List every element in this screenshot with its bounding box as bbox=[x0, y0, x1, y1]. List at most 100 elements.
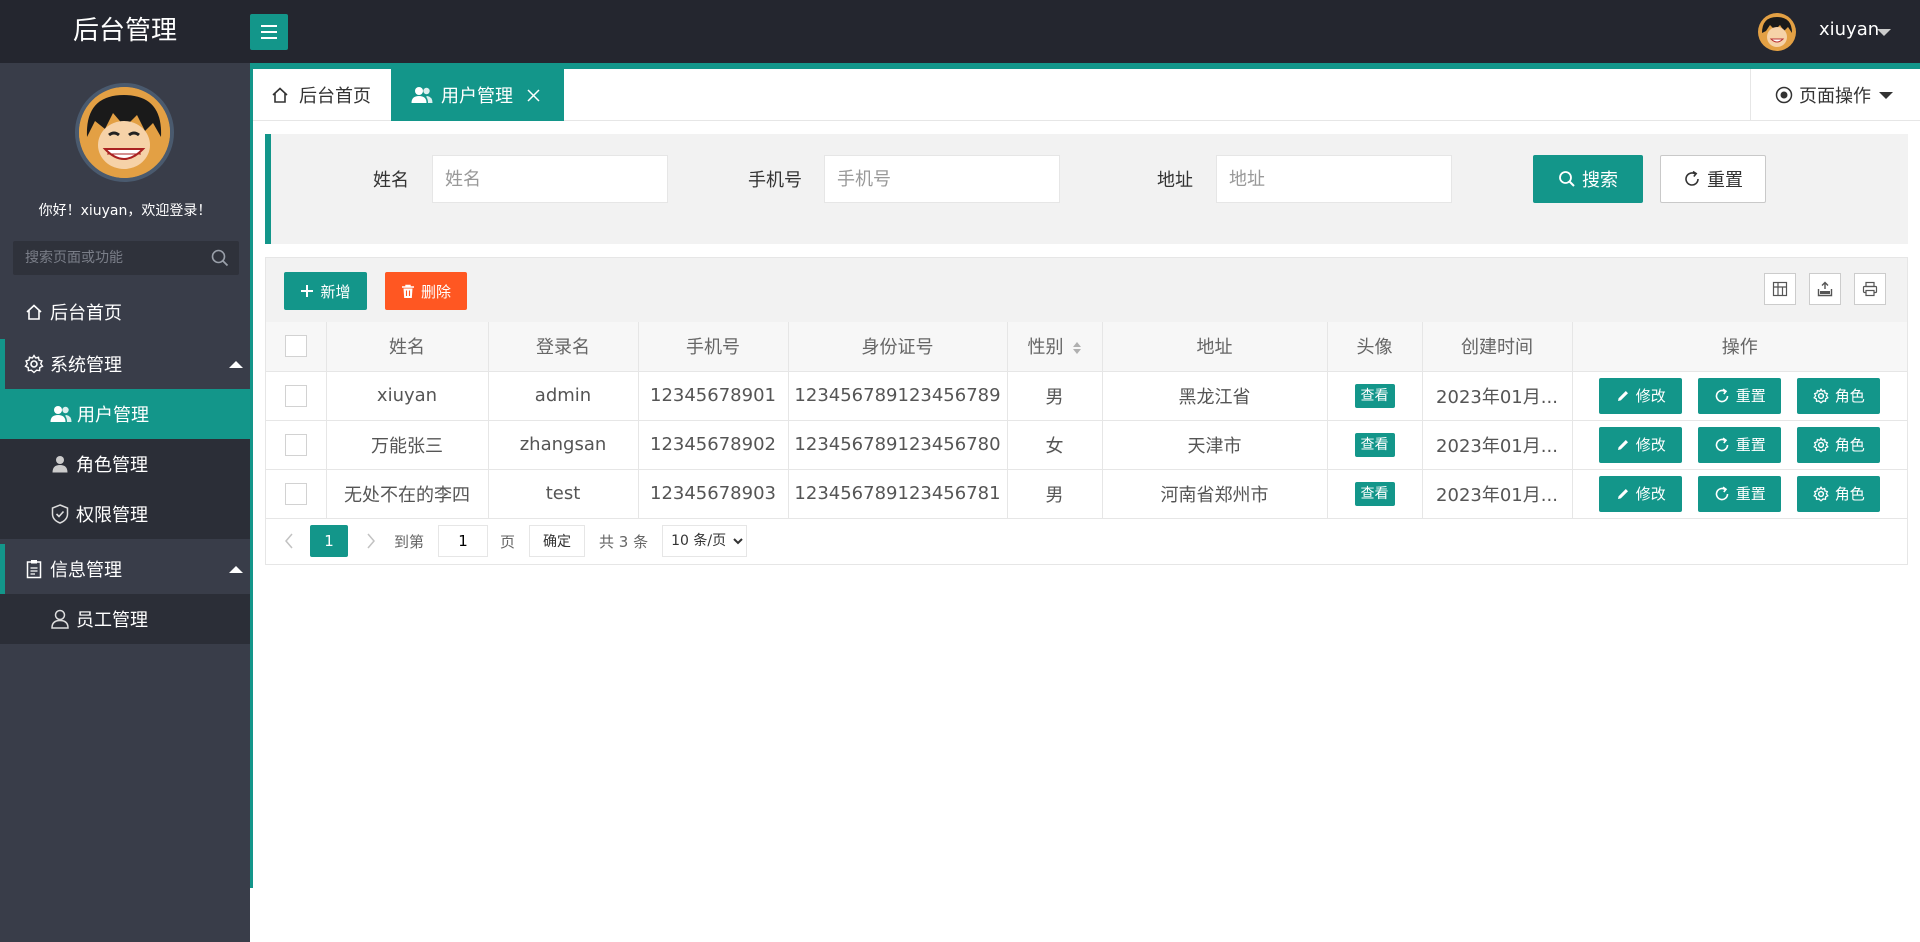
role-button[interactable]: 角色 bbox=[1797, 475, 1881, 512]
created-cell: 2023年01月... bbox=[1421, 468, 1573, 519]
sidebar-item-employee-management[interactable]: 员工管理 bbox=[0, 594, 250, 644]
column-header: 创建时间 bbox=[1421, 322, 1573, 372]
sidebar-accent-line bbox=[250, 63, 253, 888]
menu-toggle-button[interactable] bbox=[250, 14, 288, 50]
row-select-cell[interactable] bbox=[266, 468, 327, 519]
select-all-cell[interactable] bbox=[266, 322, 327, 372]
column-header-gender[interactable]: 性别 bbox=[1006, 322, 1103, 372]
next-page-icon[interactable] bbox=[366, 533, 376, 549]
column-header: 身份证号 bbox=[787, 322, 1008, 372]
row-checkbox[interactable] bbox=[284, 433, 307, 456]
role-button[interactable]: 角色 bbox=[1797, 377, 1881, 414]
sidebar-search[interactable] bbox=[13, 241, 239, 275]
sidebar-group-label: 系统管理 bbox=[50, 355, 122, 376]
edit-button[interactable]: 修改 bbox=[1599, 426, 1683, 463]
delete-button[interactable]: 删除 bbox=[385, 272, 467, 310]
column-filter-button[interactable] bbox=[1764, 273, 1796, 305]
shield-icon bbox=[49, 504, 71, 524]
table-row: 无处不在的李四 test 12345678903 123456789123456… bbox=[266, 468, 1907, 519]
sidebar-group-info[interactable]: 信息管理 bbox=[0, 544, 250, 594]
reset-password-button[interactable]: 重置 bbox=[1698, 377, 1782, 414]
created-cell: 2023年01月... bbox=[1421, 419, 1573, 470]
sidebar-item-permission-management[interactable]: 权限管理 bbox=[0, 489, 250, 539]
search-button[interactable]: 搜索 bbox=[1533, 155, 1643, 203]
goto-page-input[interactable] bbox=[438, 525, 489, 557]
gear-icon bbox=[1812, 485, 1829, 502]
view-avatar-button[interactable]: 查看 bbox=[1354, 481, 1395, 506]
reset-password-button[interactable]: 重置 bbox=[1698, 426, 1782, 463]
tab-home[interactable]: 后台首页 bbox=[253, 69, 391, 121]
view-avatar-button[interactable]: 查看 bbox=[1354, 432, 1395, 457]
reset-label: 重置 bbox=[1735, 387, 1766, 405]
sidebar-item-role-management[interactable]: 角色管理 bbox=[0, 439, 250, 489]
login-cell: test bbox=[487, 468, 639, 519]
address-input[interactable] bbox=[1216, 155, 1452, 203]
username-label[interactable]: xiuyan bbox=[1819, 19, 1879, 40]
row-checkbox[interactable] bbox=[284, 384, 307, 407]
tab-user-management[interactable]: 用户管理 bbox=[391, 69, 564, 121]
edit-button[interactable]: 修改 bbox=[1599, 377, 1683, 414]
refresh-icon bbox=[1714, 388, 1730, 404]
gear-icon bbox=[24, 354, 44, 374]
sidebar-item-home[interactable]: 后台首页 bbox=[0, 287, 250, 337]
user-avatar[interactable] bbox=[1758, 13, 1796, 51]
name-label: 姓名 bbox=[373, 170, 409, 191]
sidebar-item-label: 后台首页 bbox=[50, 303, 122, 324]
id-card-cell: 123456789123456781 bbox=[787, 468, 1008, 519]
phone-cell: 12345678902 bbox=[637, 419, 789, 470]
radio-dot-icon bbox=[1775, 86, 1793, 104]
sidebar-item-label: 员工管理 bbox=[76, 610, 148, 631]
sidebar-group-system[interactable]: 系统管理 bbox=[0, 339, 250, 389]
row-checkbox[interactable] bbox=[284, 482, 307, 505]
user-menu-caret-icon[interactable] bbox=[1877, 29, 1891, 36]
home-icon bbox=[24, 302, 44, 322]
phone-cell: 12345678903 bbox=[637, 468, 789, 519]
phone-cell: 12345678901 bbox=[637, 370, 789, 421]
tab-bar: 后台首页 用户管理 页面操作 bbox=[253, 69, 1920, 121]
chevron-down-icon bbox=[1879, 91, 1893, 99]
prev-page-icon[interactable] bbox=[284, 533, 294, 549]
reset-button[interactable]: 重置 bbox=[1660, 155, 1766, 203]
close-icon[interactable] bbox=[527, 88, 540, 102]
phone-input[interactable] bbox=[824, 155, 1060, 203]
column-header: 操作 bbox=[1571, 322, 1907, 372]
tab-label: 用户管理 bbox=[441, 86, 513, 107]
view-avatar-button[interactable]: 查看 bbox=[1354, 383, 1395, 408]
row-select-cell[interactable] bbox=[266, 370, 327, 421]
sidebar-search-input[interactable] bbox=[13, 241, 193, 275]
gender-cell: 男 bbox=[1006, 468, 1103, 519]
printer-icon bbox=[1862, 281, 1878, 297]
avatar-cell: 查看 bbox=[1326, 419, 1423, 470]
edit-label: 修改 bbox=[1635, 387, 1666, 405]
gear-icon bbox=[1812, 387, 1829, 404]
login-cell: zhangsan bbox=[487, 419, 639, 470]
select-all-checkbox[interactable] bbox=[284, 335, 307, 358]
search-icon bbox=[1558, 170, 1576, 188]
total-count: 共 3 条 bbox=[599, 532, 649, 551]
add-button[interactable]: 新增 bbox=[284, 272, 367, 310]
sort-icon[interactable] bbox=[1072, 341, 1082, 355]
data-table-panel: 新增 删除 姓名 登录名 手机号 身份证号 性别 地址 头像 创建时间 操作 x… bbox=[265, 257, 1908, 565]
sidebar-item-user-management[interactable]: 用户管理 bbox=[0, 389, 250, 439]
search-button-label: 搜索 bbox=[1582, 170, 1618, 191]
edit-button[interactable]: 修改 bbox=[1599, 475, 1683, 512]
sidebar-item-label: 角色管理 bbox=[76, 455, 148, 476]
name-cell: 万能张三 bbox=[325, 419, 489, 470]
role-button[interactable]: 角色 bbox=[1797, 426, 1881, 463]
collapse-caret-icon bbox=[229, 566, 243, 573]
row-select-cell[interactable] bbox=[266, 419, 327, 470]
page-operations-dropdown[interactable]: 页面操作 bbox=[1750, 69, 1920, 121]
goto-confirm-button[interactable]: 确定 bbox=[529, 525, 586, 557]
page-size-select[interactable]: 10 条/页 bbox=[662, 525, 748, 557]
column-header: 登录名 bbox=[487, 322, 639, 372]
export-icon bbox=[1817, 281, 1833, 297]
name-input[interactable] bbox=[432, 155, 668, 203]
table-row: xiuyan admin 12345678901 123456789123456… bbox=[266, 370, 1907, 421]
search-icon[interactable] bbox=[211, 249, 229, 267]
export-button[interactable] bbox=[1809, 273, 1841, 305]
print-button[interactable] bbox=[1854, 273, 1886, 305]
reset-password-button[interactable]: 重置 bbox=[1698, 475, 1782, 512]
reset-label: 重置 bbox=[1735, 436, 1766, 454]
role-label: 角色 bbox=[1834, 436, 1865, 454]
current-page[interactable]: 1 bbox=[310, 525, 348, 557]
